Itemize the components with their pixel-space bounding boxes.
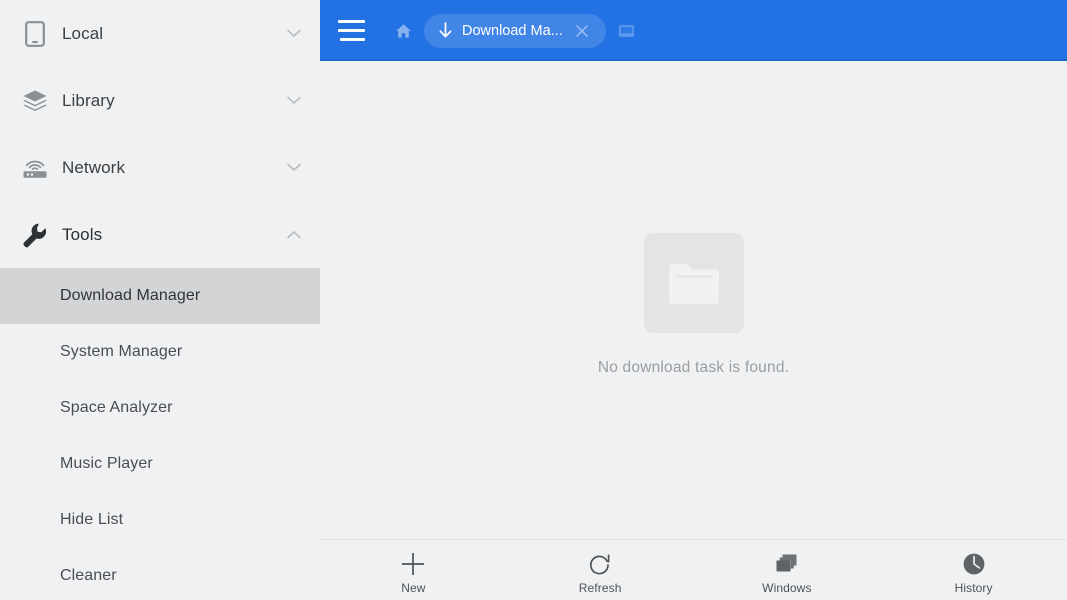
windows-button[interactable]: Windows (694, 540, 881, 600)
wrench-icon (18, 218, 52, 252)
sidebar-group-network[interactable]: Network (0, 134, 320, 201)
sidebar-group-tools[interactable]: Tools (0, 201, 320, 268)
refresh-button-label: Refresh (578, 580, 622, 595)
content-area: No download task is found. New Refresh W… (320, 61, 1067, 600)
sidebar-item-label: Music Player (60, 455, 153, 472)
history-button[interactable]: History (880, 540, 1067, 600)
layers-icon (18, 84, 52, 118)
sidebar-group-label: Local (62, 23, 104, 43)
home-icon[interactable] (388, 16, 418, 46)
windows-stack-icon (774, 549, 800, 579)
sidebar-group-label: Tools (62, 224, 103, 244)
hamburger-menu-icon[interactable] (329, 8, 375, 54)
router-icon (18, 151, 52, 185)
chevron-up-icon[interactable] (284, 225, 304, 245)
refresh-button[interactable]: Refresh (507, 540, 694, 600)
sidebar-group-local[interactable]: Local (0, 0, 320, 67)
app-window: Local Library Network Tools Download Man… (0, 0, 1067, 600)
download-arrow-icon (436, 22, 454, 40)
chevron-down-icon[interactable] (284, 24, 304, 44)
sidebar-group-label: Library (62, 90, 115, 110)
sidebar-group-library[interactable]: Library (0, 67, 320, 134)
refresh-icon (588, 549, 612, 579)
sidebar-item-cleaner[interactable]: Cleaner (0, 548, 320, 600)
top-toolbar: Download Ma... (320, 0, 1067, 61)
clock-icon (962, 549, 986, 579)
sidebar: Local Library Network Tools Download Man… (0, 0, 320, 600)
new-button[interactable]: New (320, 540, 507, 600)
sidebar-item-download-manager[interactable]: Download Manager (0, 268, 320, 324)
sidebar-item-music-player[interactable]: Music Player (0, 436, 320, 492)
folder-icon (643, 232, 744, 333)
phone-icon (18, 17, 52, 51)
sidebar-item-system-manager[interactable]: System Manager (0, 324, 320, 380)
new-button-label: New (401, 580, 426, 595)
sidebar-item-label: Cleaner (60, 567, 117, 584)
chevron-down-icon[interactable] (284, 91, 304, 111)
sidebar-group-label: Network (62, 157, 126, 177)
plus-icon (400, 549, 426, 579)
bottom-toolbar: New Refresh Windows History (320, 539, 1067, 600)
sidebar-item-space-analyzer[interactable]: Space Analyzer (0, 380, 320, 436)
sidebar-item-label: Download Manager (60, 287, 201, 304)
empty-state-message: No download task is found. (597, 358, 790, 376)
sidebar-item-label: Hide List (60, 511, 124, 528)
sidebar-item-label: System Manager (60, 343, 183, 360)
chevron-down-icon[interactable] (284, 158, 304, 178)
tab-download-manager[interactable]: Download Ma... (424, 13, 606, 48)
main-pane: Download Ma... No download task is found… (320, 0, 1067, 600)
windows-button-label: Windows (762, 580, 812, 595)
sidebar-item-label: Space Analyzer (60, 399, 173, 416)
history-button-label: History (954, 580, 993, 595)
tab-title: Download Ma... (462, 22, 563, 39)
close-icon[interactable] (569, 18, 595, 44)
sidebar-item-hide-list[interactable]: Hide List (0, 492, 320, 548)
window-icon[interactable] (613, 18, 639, 44)
